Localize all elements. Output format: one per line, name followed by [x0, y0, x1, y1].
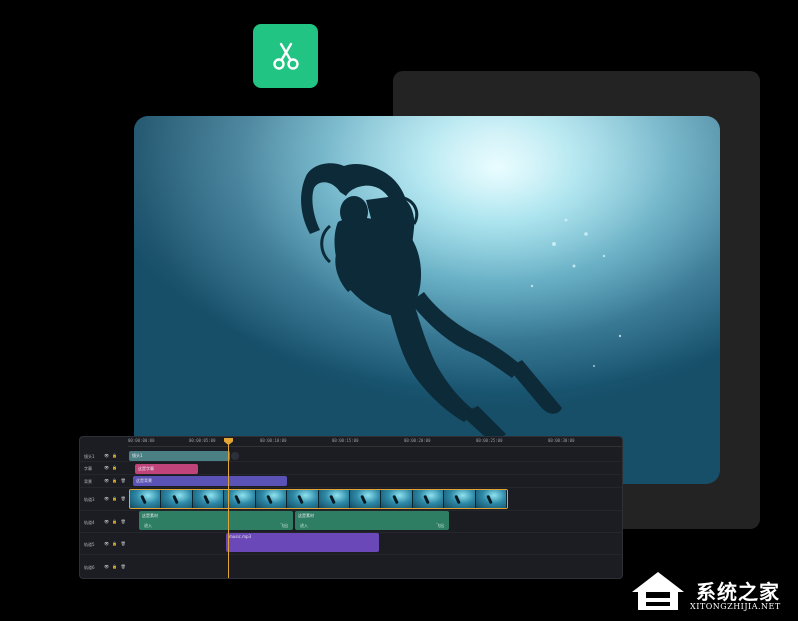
timecode: 00:00:25:00	[476, 438, 503, 443]
track-controls[interactable]: 👁 🔒 🗑	[104, 519, 127, 524]
video-preview	[134, 116, 720, 484]
thumbnail-frame	[412, 490, 445, 508]
timecode: 00:00:05:00	[189, 438, 216, 443]
thumbnail-frame	[349, 490, 382, 508]
timecode: 00:00:10:00	[260, 438, 287, 443]
thumbnail-frame	[444, 490, 476, 508]
background-clip[interactable]: 这是背景	[133, 476, 287, 486]
subtitle-clip[interactable]: 这是字幕	[135, 464, 198, 474]
clip-title: 这是背景	[136, 478, 152, 483]
clip-in-label: 进入	[144, 523, 152, 528]
clip-title: music.mp3	[229, 534, 252, 539]
track-controls[interactable]: 👁 🔒 🗑	[104, 478, 127, 483]
thumbnail-frame	[475, 490, 507, 508]
clip-out-label: 飞出	[280, 523, 288, 528]
thumbnail-frame	[130, 490, 162, 508]
clip-title: 这是素材	[298, 513, 314, 518]
thumbnail-frame	[255, 490, 288, 508]
clip-title: 这是素材	[142, 513, 158, 518]
track-label: 轨道5	[84, 542, 95, 547]
track-controls[interactable]: 👁 🔒	[104, 453, 118, 458]
clip-title: 镜头1	[132, 453, 143, 458]
material-clip[interactable]: 这是素材 进入 飞出	[295, 511, 449, 530]
watermark-subtitle: XITONGZHIJIA.NET	[690, 602, 781, 611]
track-controls[interactable]: 👁 🔒 🗑	[104, 564, 127, 569]
track-row: 轨道6 👁 🔒 🗑	[80, 555, 622, 578]
track-controls[interactable]: 👁 🔒	[104, 465, 118, 470]
clip-title: 这是字幕	[138, 466, 154, 471]
transition-marker[interactable]	[231, 452, 239, 460]
thumbnail-frame	[161, 490, 193, 508]
track-label: 字幕	[84, 466, 92, 471]
scissors-icon	[272, 42, 299, 70]
timecode: 00:00:00:00	[128, 438, 155, 443]
audio-clip[interactable]: music.mp3	[226, 533, 379, 552]
thumbnail-frame	[318, 490, 350, 508]
timecode: 00:00:20:00	[404, 438, 431, 443]
playhead-line[interactable]	[228, 440, 229, 578]
clip-out-label: 飞出	[436, 523, 444, 528]
track-label: 背景	[84, 479, 92, 484]
site-watermark: 系统之家 XITONGZHIJIA.NET	[628, 568, 794, 614]
track-label: 轨道6	[84, 565, 95, 570]
material-clip[interactable]: 这是素材 进入 飞出	[139, 511, 293, 530]
watermark-title: 系统之家	[696, 580, 780, 604]
video-clip[interactable]: 镜头1	[129, 451, 230, 461]
thumbnail-frame	[381, 490, 413, 508]
filmstrip-clip[interactable]	[129, 489, 508, 509]
track-label: 轨道4	[84, 520, 95, 525]
track-controls[interactable]: 👁 🔒 🗑	[104, 541, 127, 546]
clip-in-label: 进入	[300, 523, 308, 528]
timecode: 00:00:15:00	[332, 438, 359, 443]
app-icon	[253, 24, 318, 88]
diver-silhouette	[134, 116, 720, 484]
thumbnail-frame	[192, 490, 225, 508]
track-label: 镜头1	[84, 454, 95, 459]
timecode: 00:00:30:00	[548, 438, 575, 443]
timeline-ruler[interactable]: 00:00:00:00 00:00:05:00 00:00:10:00 00:0…	[128, 437, 622, 447]
track-label: 轨道3	[84, 497, 95, 502]
house-logo-icon	[632, 572, 684, 610]
track-controls[interactable]: 👁 🔒 🗑	[104, 496, 127, 501]
thumbnail-frame	[287, 490, 319, 508]
